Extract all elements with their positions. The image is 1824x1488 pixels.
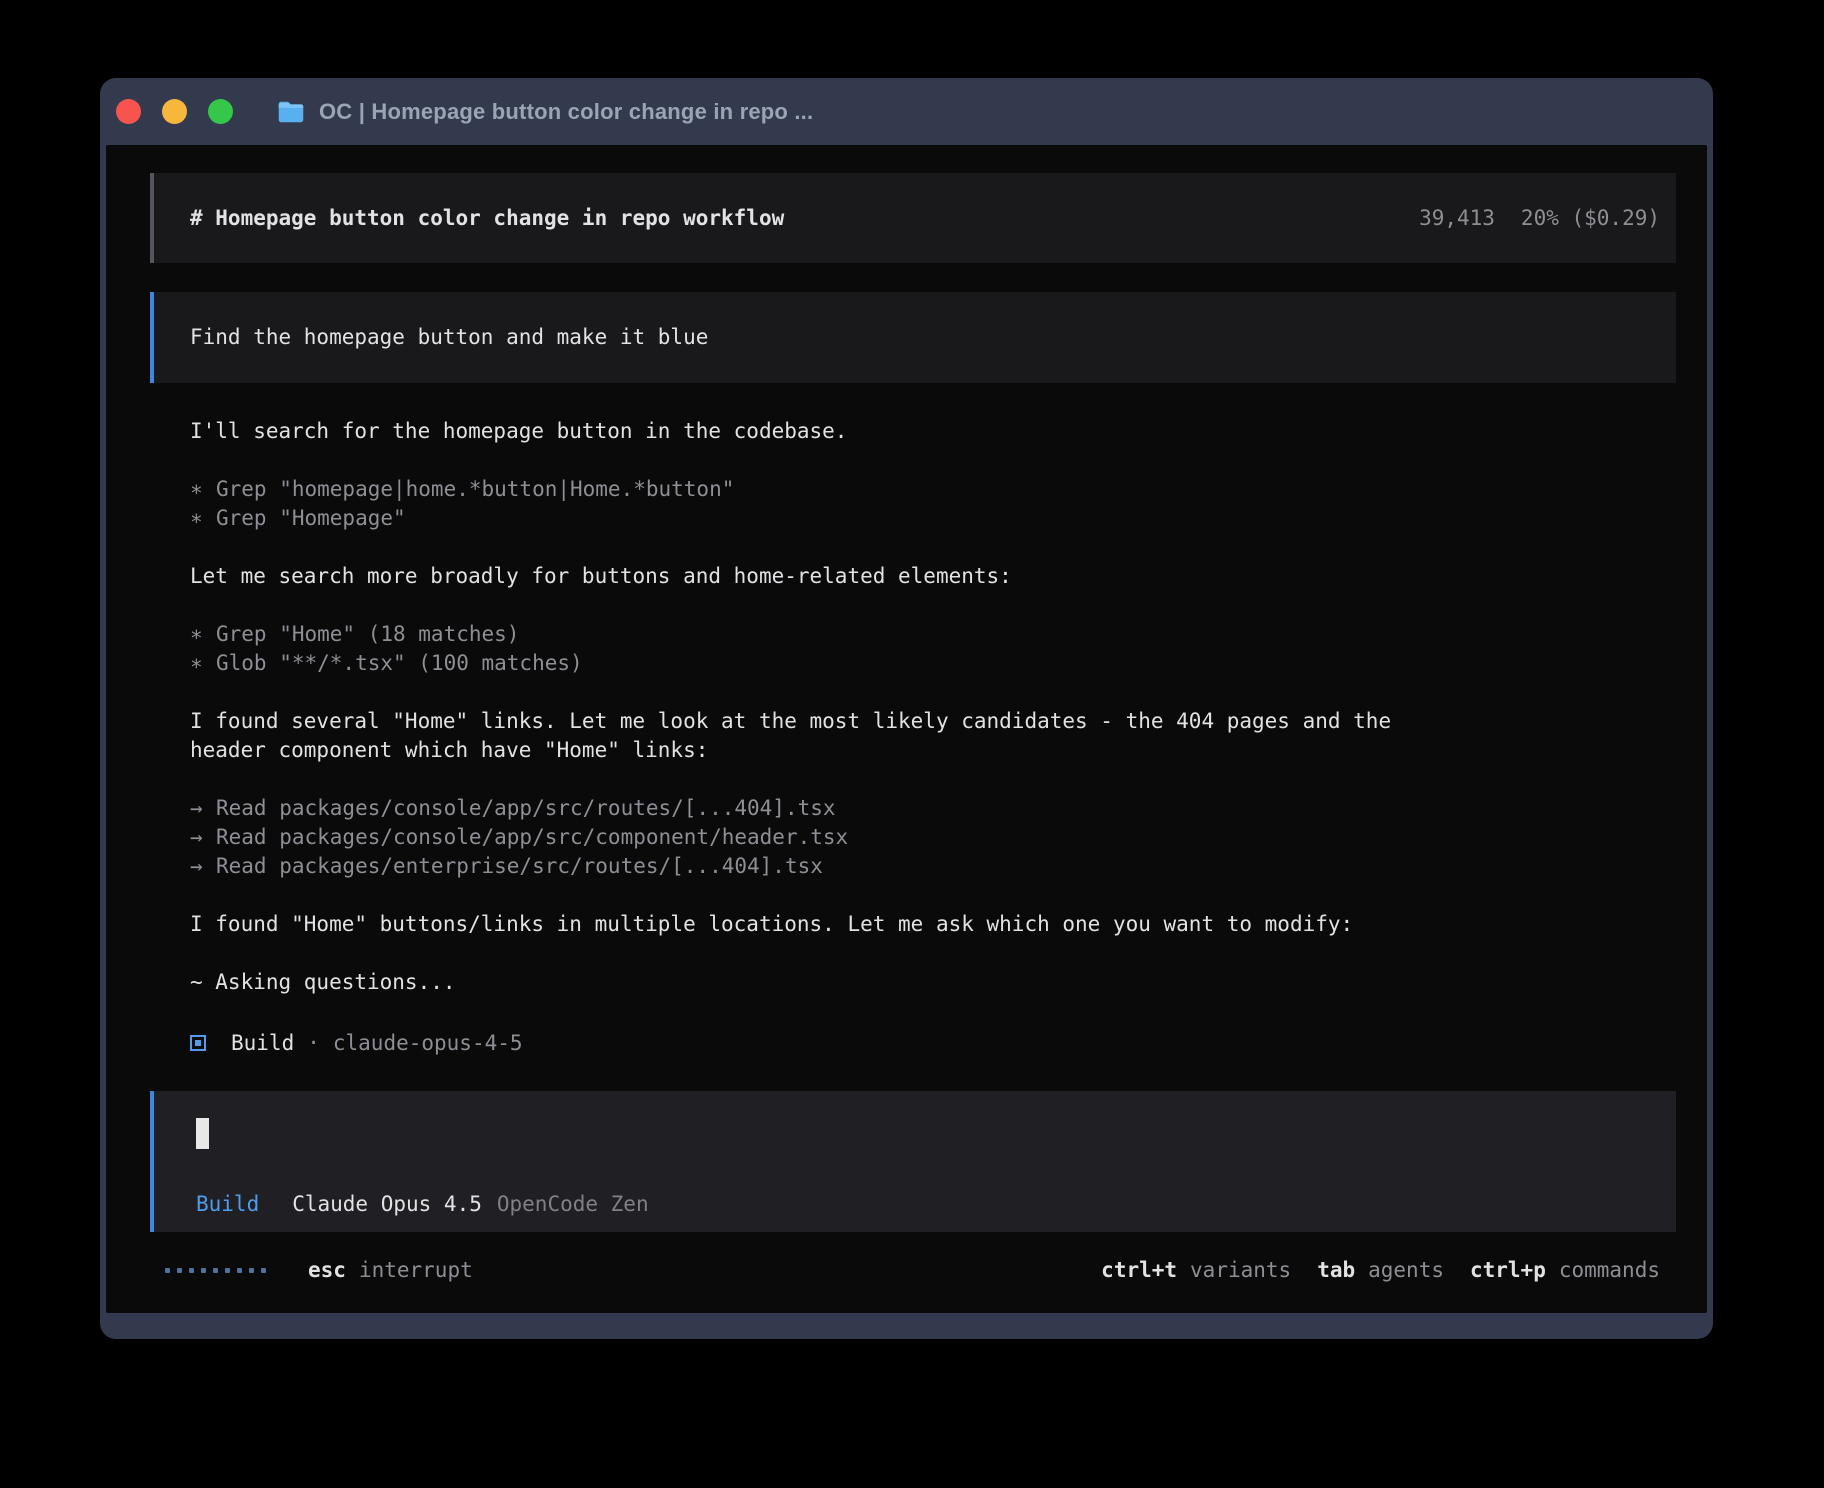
assistant-message: I found several "Home" links. Let me loo… bbox=[190, 707, 1440, 765]
model-label[interactable]: Claude Opus 4.5 bbox=[292, 1190, 482, 1219]
asterisk-icon: ∗ bbox=[190, 649, 216, 678]
tool-call-text: Read packages/console/app/src/component/… bbox=[216, 825, 848, 849]
assistant-message: Let me search more broadly for buttons a… bbox=[190, 562, 1440, 591]
assistant-working-status: ~ Asking questions... bbox=[190, 968, 1440, 997]
tool-call: ∗Grep "homepage|home.*button|Home.*butto… bbox=[190, 475, 1676, 504]
status-bar-right: ctrl+t variants tab agents ctrl+p comman… bbox=[1101, 1256, 1660, 1285]
tool-call-text: Read packages/console/app/src/routes/[..… bbox=[216, 796, 836, 820]
agent-status: Build · claude-opus-4-5 bbox=[190, 1026, 1676, 1060]
asterisk-icon: ∗ bbox=[190, 475, 216, 504]
keyboard-hint: ctrl+t variants bbox=[1101, 1256, 1291, 1285]
status-bar-left: esc interrupt bbox=[165, 1256, 473, 1285]
tool-call: →Read packages/enterprise/src/routes/[..… bbox=[190, 852, 1676, 881]
keyboard-hint: ctrl+p commands bbox=[1470, 1256, 1660, 1285]
hint-label: commands bbox=[1559, 1256, 1660, 1285]
tool-call: ∗Glob "**/*.tsx" (100 matches) bbox=[190, 649, 1676, 678]
progress-dots-icon bbox=[165, 1268, 266, 1273]
status-bar: esc interrupt ctrl+t variants tab agents… bbox=[150, 1256, 1676, 1285]
hint-key: tab bbox=[1317, 1256, 1355, 1285]
prompt-input[interactable]: Build Claude Opus 4.5 OpenCode Zen bbox=[150, 1091, 1676, 1232]
arrow-right-icon: → bbox=[190, 794, 216, 823]
hint-key: ctrl+t bbox=[1101, 1256, 1177, 1285]
asterisk-icon: ∗ bbox=[190, 504, 216, 533]
session-title: # Homepage button color change in repo w… bbox=[190, 204, 784, 233]
hint-label: variants bbox=[1190, 1256, 1291, 1285]
input-mode-row: Build Claude Opus 4.5 OpenCode Zen bbox=[196, 1190, 1660, 1219]
text-cursor bbox=[196, 1118, 209, 1149]
separator-dot: · bbox=[307, 1029, 320, 1058]
tool-call-text: Grep "homepage|home.*button|Home.*button… bbox=[216, 477, 734, 501]
assistant-message: I found "Home" buttons/links in multiple… bbox=[190, 910, 1440, 939]
keyboard-hint: tab agents bbox=[1317, 1256, 1444, 1285]
agent-model: claude-opus-4-5 bbox=[333, 1029, 523, 1058]
terminal-window: OC | Homepage button color change in rep… bbox=[100, 78, 1713, 1339]
arrow-right-icon: → bbox=[190, 823, 216, 852]
token-count: 39,413 bbox=[1419, 204, 1495, 233]
hint-label: agents bbox=[1368, 1256, 1444, 1285]
tool-call-text: Glob "**/*.tsx" (100 matches) bbox=[216, 651, 583, 675]
conversation: I'll search for the homepage button in t… bbox=[190, 417, 1676, 1060]
session-stats: 39,413 20% ($0.29) bbox=[1419, 204, 1660, 233]
tool-call: ∗Grep "Home" (18 matches) bbox=[190, 620, 1676, 649]
maximize-button[interactable] bbox=[208, 99, 233, 124]
close-button[interactable] bbox=[116, 99, 141, 124]
window-titlebar[interactable]: OC | Homepage button color change in rep… bbox=[106, 78, 1707, 145]
tool-call: ∗Grep "Homepage" bbox=[190, 504, 1676, 533]
user-message-text: Find the homepage button and make it blu… bbox=[190, 323, 708, 352]
mode-label[interactable]: Build bbox=[196, 1190, 259, 1219]
agent-build-icon bbox=[190, 1035, 206, 1051]
agent-name: Build bbox=[231, 1029, 294, 1058]
tool-call-group: →Read packages/console/app/src/routes/[.… bbox=[190, 794, 1676, 881]
assistant-message: I'll search for the homepage button in t… bbox=[190, 417, 1440, 446]
user-message: Find the homepage button and make it blu… bbox=[150, 292, 1676, 383]
folder-icon bbox=[277, 100, 305, 124]
tool-call-text: Grep "Home" (18 matches) bbox=[216, 622, 519, 646]
window-controls bbox=[116, 99, 233, 124]
terminal-content: # Homepage button color change in repo w… bbox=[106, 145, 1707, 1313]
tool-call-group: ∗Grep "Home" (18 matches) ∗Glob "**/*.ts… bbox=[190, 620, 1676, 678]
window-title: OC | Homepage button color change in rep… bbox=[319, 97, 813, 126]
tool-call: →Read packages/console/app/src/component… bbox=[190, 823, 1676, 852]
tool-call-text: Grep "Homepage" bbox=[216, 506, 406, 530]
hint-key: ctrl+p bbox=[1470, 1256, 1546, 1285]
asterisk-icon: ∗ bbox=[190, 620, 216, 649]
minimize-button[interactable] bbox=[162, 99, 187, 124]
esc-label: interrupt bbox=[359, 1256, 473, 1285]
session-header: # Homepage button color change in repo w… bbox=[150, 173, 1676, 263]
arrow-right-icon: → bbox=[190, 852, 216, 881]
tool-call-text: Read packages/enterprise/src/routes/[...… bbox=[216, 854, 823, 878]
context-usage: 20% ($0.29) bbox=[1521, 204, 1660, 233]
provider-label: OpenCode Zen bbox=[497, 1190, 649, 1219]
tool-call-group: ∗Grep "homepage|home.*button|Home.*butto… bbox=[190, 475, 1676, 533]
tool-call: →Read packages/console/app/src/routes/[.… bbox=[190, 794, 1676, 823]
esc-key: esc bbox=[308, 1256, 346, 1285]
